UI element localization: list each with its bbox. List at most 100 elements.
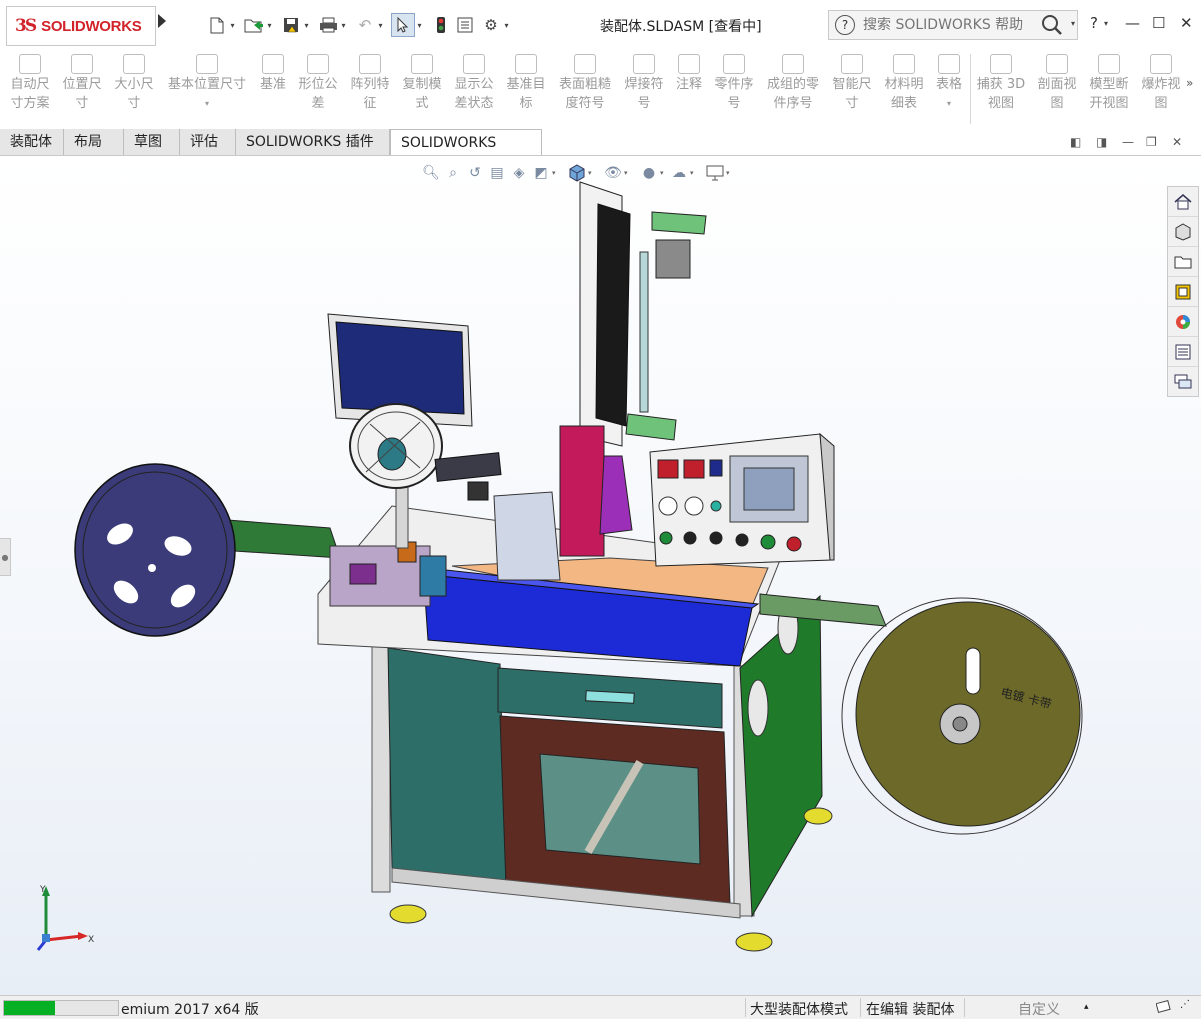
select-pointer-icon[interactable] (391, 13, 415, 37)
print-icon[interactable] (317, 14, 339, 36)
menu-expand-arrow-icon[interactable] (158, 14, 166, 28)
basic-location-dim-icon (196, 54, 218, 74)
maximize-button[interactable]: ☐ (1152, 14, 1165, 32)
show-tolerance-status-button[interactable]: 显示公 差状态 (450, 54, 498, 113)
smart-dimension-label: 智能尺寸 (832, 77, 872, 111)
view-palette-icon[interactable] (1168, 277, 1198, 307)
size-dim-button[interactable]: 大小尺寸 (110, 54, 158, 113)
cabinet-left-panel (387, 647, 507, 885)
forum-chat-icon[interactable] (1168, 367, 1198, 396)
section-view-button[interactable]: 剖面视图 (1033, 54, 1081, 113)
doc-restore-icon[interactable]: ❐ (1146, 135, 1157, 149)
basic-location-dim-button[interactable]: 基本位置尺寸 ▾ (163, 54, 251, 113)
doc-close-icon[interactable]: ✕ (1172, 135, 1182, 149)
tab-solidworks-mbd[interactable]: SOLIDWORKS MBD (390, 129, 542, 177)
upper-spool (349, 403, 443, 489)
save-icon[interactable] (280, 14, 302, 36)
options-dropdown-icon[interactable]: ▾ (502, 21, 511, 30)
basic-location-dim-label: 基本位置尺寸 (167, 77, 246, 92)
file-explorer-folder-icon[interactable] (1168, 247, 1198, 277)
resize-grip-icon[interactable]: ⋰ (1180, 999, 1190, 1010)
surface-finish-icon (574, 54, 596, 74)
quick-tips-icon[interactable] (1155, 999, 1172, 1017)
location-dim-button[interactable]: 位置尺寸 (58, 54, 106, 113)
geometric-tolerance-button[interactable]: 形位公差 (294, 54, 342, 113)
select-dropdown-icon[interactable]: ▾ (415, 21, 424, 30)
graphics-area[interactable]: 🔍︎ ⌕ ↺ ▤ ◈ ◩ ▾ ▾ 👁︎ ▾ ● ▾ ☁︎ ▾ ▾ 电镀 卡带 ●… (0, 156, 1201, 995)
options-gear-icon[interactable]: ⚙ (480, 14, 502, 36)
close-button[interactable]: ✕ (1180, 14, 1193, 32)
copy-scheme-button[interactable]: 复制模式 (398, 54, 446, 113)
stacked-balloon-button[interactable]: 成组的零 件序号 (762, 54, 824, 113)
pattern-feature-label: 阵列特征 (350, 77, 390, 111)
doc-minimize-icon[interactable]: — (1122, 135, 1134, 149)
open-icon[interactable] (243, 14, 265, 36)
save-dropdown-icon[interactable]: ▾ (302, 21, 311, 30)
feature-manager-toggle-handle[interactable]: ● (0, 538, 11, 576)
triad-y-label: Y (39, 885, 46, 895)
pattern-feature-button[interactable]: 阵列特征 (346, 54, 394, 113)
solidworks-logo[interactable]: 3S SOLIDWORKS (6, 6, 156, 46)
size-dim-label: 大小尺寸 (114, 77, 154, 111)
model-break-view-button[interactable]: 模型断 开视图 (1085, 54, 1133, 113)
surface-finish-label: 表面粗糙 度符号 (558, 77, 611, 111)
door-window (539, 753, 701, 865)
assembly-model-render[interactable]: 电镀 卡带 (0, 156, 1201, 995)
undo-icon[interactable]: ↶ (354, 14, 376, 36)
next-pane-icon[interactable]: ◨ (1096, 135, 1107, 149)
undo-dropdown-icon[interactable]: ▾ (376, 21, 385, 30)
tab-assembly[interactable]: 装配体 (0, 129, 64, 155)
tab-solidworks-addins[interactable]: SOLIDWORKS 插件 (236, 129, 390, 155)
help-button[interactable]: ? (1090, 14, 1098, 32)
more-commands-chevron-icon[interactable]: » (1186, 76, 1193, 90)
capture-3d-view-button[interactable]: 捕获 3D 视图 (974, 54, 1028, 113)
search-dropdown-icon[interactable]: ▾ (1071, 19, 1075, 28)
new-dropdown-icon[interactable]: ▾ (228, 21, 237, 30)
home-icon[interactable] (1168, 187, 1198, 217)
weld-symbol-button[interactable]: 焊接符号 (620, 54, 668, 113)
status-separator (745, 998, 746, 1017)
appearances-icon[interactable] (1168, 307, 1198, 337)
help-search-box[interactable]: ? ▾ (828, 10, 1078, 40)
ds-logo-mark: 3S (15, 16, 37, 36)
triad-x-label: X (88, 935, 94, 945)
previous-pane-icon[interactable]: ◧ (1070, 135, 1081, 149)
surface-finish-button[interactable]: 表面粗糙 度符号 (554, 54, 616, 113)
tab-evaluate[interactable]: 评估 (180, 129, 236, 155)
tables-label: 表格 (935, 77, 962, 92)
minimize-button[interactable]: — (1125, 14, 1140, 32)
size-dim-icon (123, 54, 145, 74)
auto-dim-scheme-button[interactable]: 自动尺 寸方案 (6, 54, 54, 113)
rebuild-traffic-light-icon[interactable] (430, 14, 452, 36)
tab-layout[interactable]: 布局 (64, 129, 124, 155)
help-search-input[interactable] (863, 17, 1033, 33)
note-button[interactable]: 注释 (672, 54, 706, 94)
frame-left-leg (371, 643, 391, 893)
right-reel: 电镀 卡带 (841, 597, 1083, 835)
search-icon[interactable] (1041, 14, 1063, 36)
datum-button[interactable]: 基准 (256, 54, 290, 94)
file-properties-icon[interactable] (454, 14, 476, 36)
brand-name: SOLIDWORKS (41, 17, 142, 35)
drawer-handle (585, 690, 635, 704)
balloon-button[interactable]: 零件序号 (710, 54, 758, 113)
tab-sketch[interactable]: 草图 (124, 129, 180, 155)
new-document-icon[interactable] (206, 14, 228, 36)
open-dropdown-icon[interactable]: ▾ (265, 21, 274, 30)
basic-location-dropdown-icon[interactable]: ▾ (205, 94, 209, 113)
tables-dropdown-icon[interactable]: ▾ (947, 94, 951, 113)
smart-dimension-button[interactable]: 智能尺寸 (828, 54, 876, 113)
tables-button[interactable]: 表格 ▾ (932, 54, 966, 113)
datum-target-button[interactable]: 基准目标 (502, 54, 550, 113)
help-dropdown-icon[interactable]: ▾ (1104, 19, 1108, 28)
design-library-icon[interactable] (1168, 217, 1198, 247)
print-dropdown-icon[interactable]: ▾ (339, 21, 348, 30)
custom-properties-icon[interactable] (1168, 337, 1198, 367)
copy-scheme-label: 复制模式 (402, 77, 442, 111)
unit-system-dropdown-icon[interactable]: ▴ (1084, 1002, 1089, 1012)
balloon-icon (723, 54, 745, 74)
bom-button[interactable]: 材料明 细表 (880, 54, 928, 113)
unit-system-button[interactable]: 自定义 (1018, 999, 1060, 1019)
connector-bar (434, 452, 502, 482)
exploded-view-button[interactable]: 爆炸视图 (1137, 54, 1185, 113)
